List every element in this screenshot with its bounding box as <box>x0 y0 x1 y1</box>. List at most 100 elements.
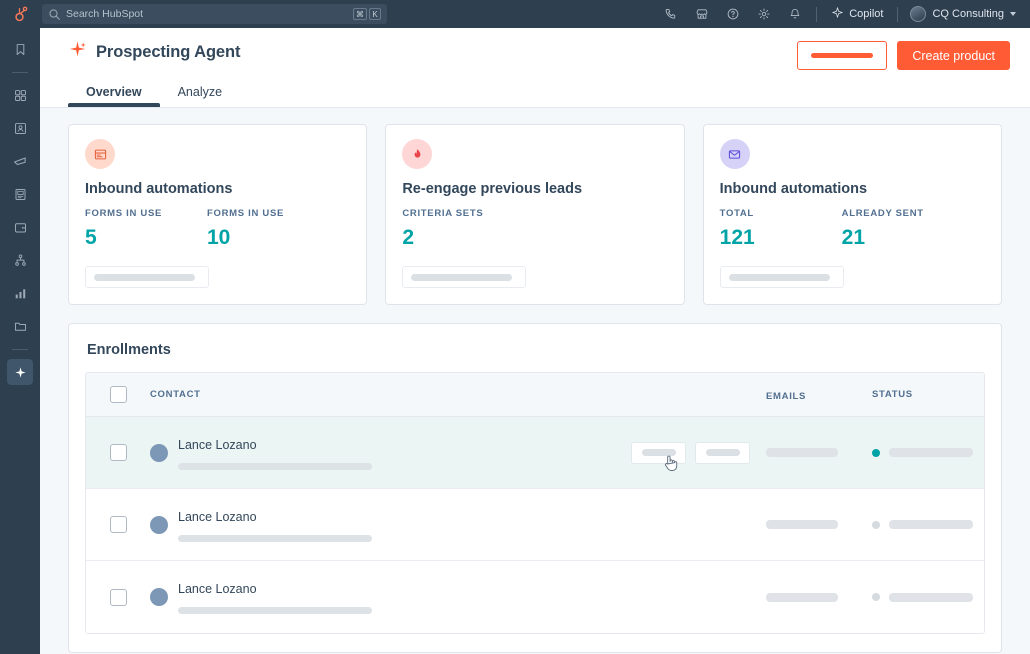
column-header-emails[interactable]: EMAILS <box>766 386 872 404</box>
sidebar-item-library[interactable] <box>7 313 33 339</box>
forms-list-icon <box>85 139 115 169</box>
sidebar-item-ai-agents[interactable] <box>7 359 33 385</box>
card-action-button[interactable] <box>85 266 209 288</box>
notifications-bell-icon[interactable] <box>779 0 810 28</box>
left-sidebar-rail <box>0 28 40 654</box>
tab-overview[interactable]: Overview <box>68 79 160 107</box>
divider <box>816 7 817 22</box>
skeleton-bar <box>889 593 973 602</box>
card-action-button[interactable] <box>720 266 844 288</box>
enrollments-panel: Enrollments CONTACT EMAILS STA <box>68 323 1002 653</box>
status-badge <box>872 593 880 601</box>
contact-cell: Lance Lozano <box>150 436 766 470</box>
marketplace-icon[interactable] <box>686 0 717 28</box>
emails-cell <box>766 520 872 529</box>
status-badge <box>872 521 880 529</box>
avatar <box>150 516 168 534</box>
contact-name[interactable]: Lance Lozano <box>178 510 257 524</box>
settings-gear-icon[interactable] <box>748 0 779 28</box>
account-menu[interactable]: CQ Consulting <box>904 0 1018 28</box>
skeleton-bar <box>178 463 372 470</box>
top-navigation-bar: Search HubSpot ⌘ K <box>0 0 1030 28</box>
column-label: EMAILS <box>766 391 806 402</box>
card-title: Inbound automations <box>720 181 985 197</box>
copilot-button[interactable]: Copilot <box>823 0 891 28</box>
skeleton-bar <box>766 448 838 457</box>
contact-name[interactable]: Lance Lozano <box>178 438 257 452</box>
row-select-cell <box>86 589 150 606</box>
stat-label: FORMS IN USE <box>207 208 329 219</box>
sidebar-item-commerce[interactable] <box>7 214 33 240</box>
stat-label: TOTAL <box>720 208 842 219</box>
account-label: CQ Consulting <box>932 8 1004 20</box>
phone-icon[interactable] <box>655 0 686 28</box>
row-checkbox[interactable] <box>110 589 127 606</box>
sidebar-item-automations[interactable] <box>7 247 33 273</box>
avatar <box>150 444 168 462</box>
sidebar-divider <box>12 72 28 73</box>
contact-cell: Lance Lozano <box>150 508 766 542</box>
card-inbound-automations-emails[interactable]: Inbound automations TOTAL 121 ALREADY SE… <box>703 124 1002 305</box>
stat-value: 121 <box>720 226 842 250</box>
sidebar-item-crm[interactable] <box>7 115 33 141</box>
column-header-status[interactable]: STATUS <box>872 389 984 400</box>
card-inbound-automations-forms[interactable]: Inbound automations FORMS IN USE 5 FORMS… <box>68 124 367 305</box>
row-select-cell <box>86 516 150 533</box>
emails-cell <box>766 593 872 602</box>
skeleton-bar <box>889 448 973 457</box>
search-input[interactable]: Search HubSpot ⌘ K <box>42 4 387 24</box>
column-label: STATUS <box>872 389 913 400</box>
card-action-button[interactable] <box>402 266 526 288</box>
summary-cards: Inbound automations FORMS IN USE 5 FORMS… <box>68 124 1002 305</box>
select-all-checkbox[interactable] <box>110 386 127 403</box>
card-title: Re-engage previous leads <box>402 181 667 197</box>
sidebar-item-reporting[interactable] <box>7 280 33 306</box>
table-row[interactable]: Lance Lozano <box>86 489 984 561</box>
orange-sparkle-icon <box>68 40 87 64</box>
row-action-button-1[interactable] <box>631 442 686 464</box>
sidebar-item-workspaces[interactable] <box>7 82 33 108</box>
row-select-cell <box>86 444 150 461</box>
row-checkbox[interactable] <box>110 444 127 461</box>
page-header: Prospecting Agent Create product Overvie… <box>40 28 1030 108</box>
search-icon <box>48 8 61 21</box>
hubspot-sprocket-logo[interactable] <box>6 5 36 23</box>
sparkle-icon <box>831 6 844 22</box>
column-header-contact[interactable]: CONTACT <box>150 389 766 400</box>
sidebar-item-content[interactable] <box>7 181 33 207</box>
enrollments-table: CONTACT EMAILS STATUS <box>85 372 985 634</box>
sidebar-item-marketing[interactable] <box>7 148 33 174</box>
row-action-button-2[interactable] <box>695 442 750 464</box>
help-icon[interactable] <box>717 0 748 28</box>
card-stats: CRITERIA SETS 2 <box>402 208 667 250</box>
stat-item: FORMS IN USE 10 <box>207 208 329 250</box>
card-re-engage-previous-leads[interactable]: Re-engage previous leads CRITERIA SETS 2 <box>385 124 684 305</box>
stat-item: ALREADY SENT 21 <box>842 208 964 250</box>
row-checkbox[interactable] <box>110 516 127 533</box>
stat-label: ALREADY SENT <box>842 208 964 219</box>
tab-analyze[interactable]: Analyze <box>160 79 240 107</box>
flame-icon <box>402 139 432 169</box>
search-placeholder: Search HubSpot <box>66 8 353 20</box>
page-tabs: Overview Analyze <box>68 79 1010 107</box>
stat-value: 5 <box>85 226 207 250</box>
stat-item: TOTAL 121 <box>720 208 842 250</box>
stat-value: 2 <box>402 226 524 250</box>
app-shell: Prospecting Agent Create product Overvie… <box>0 28 1030 654</box>
stat-value: 21 <box>842 226 964 250</box>
status-badge <box>872 449 880 457</box>
sidebar-item-bookmark[interactable] <box>7 36 33 62</box>
avatar <box>150 588 168 606</box>
create-product-button[interactable]: Create product <box>897 41 1010 70</box>
stat-label: CRITERIA SETS <box>402 208 524 219</box>
header-actions: Create product <box>797 40 1010 70</box>
contact-name[interactable]: Lance Lozano <box>178 582 257 596</box>
top-bar-right-cluster: Copilot CQ Consulting <box>655 0 1018 28</box>
card-title: Inbound automations <box>85 181 350 197</box>
skeleton-bar <box>766 593 838 602</box>
secondary-action-button[interactable] <box>797 41 887 70</box>
table-row[interactable]: Lance Lozano <box>86 417 984 489</box>
column-label: CONTACT <box>150 389 201 400</box>
avatar <box>910 6 926 22</box>
table-row[interactable]: Lance Lozano <box>86 561 984 633</box>
